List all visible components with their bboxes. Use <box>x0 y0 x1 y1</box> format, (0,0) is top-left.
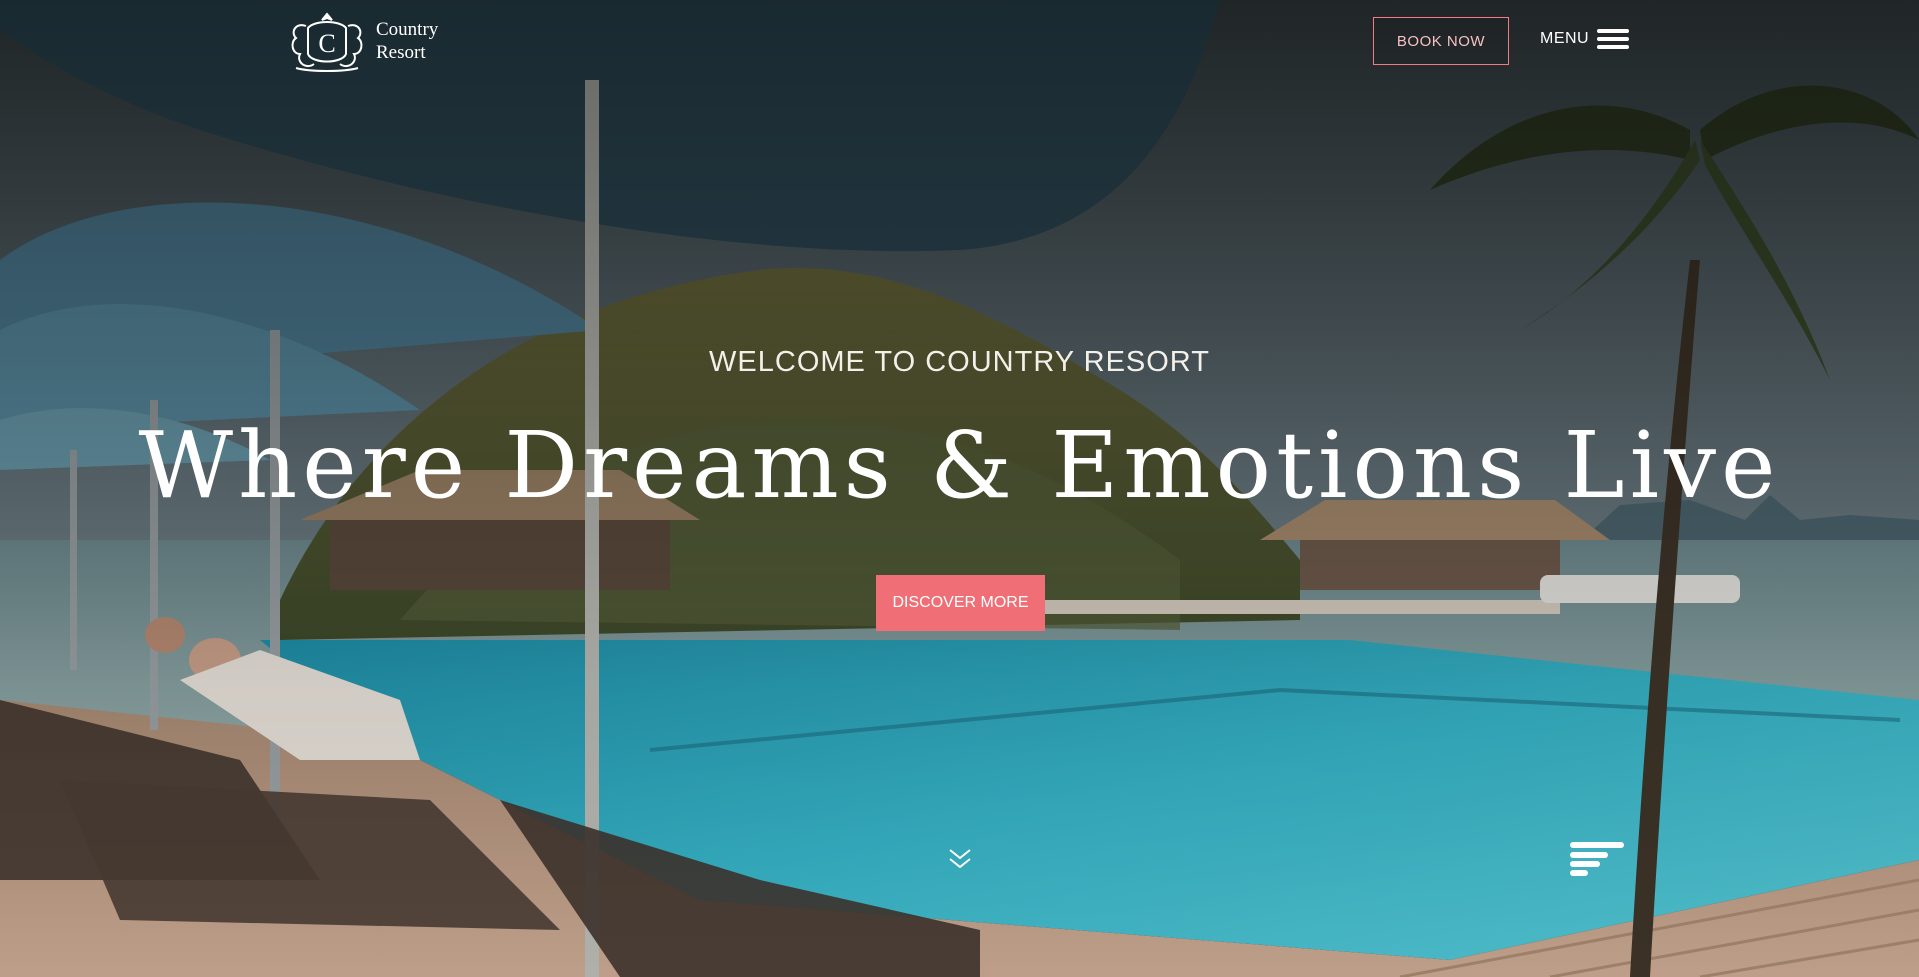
logo-wordmark: Country Resort <box>376 18 438 64</box>
crest-logo-icon: C <box>291 12 363 72</box>
menu-toggle[interactable]: MENU <box>1540 28 1630 50</box>
text-align-left-icon[interactable] <box>1570 842 1624 876</box>
logo-letter: C <box>318 29 335 58</box>
hamburger-icon <box>1597 29 1630 49</box>
hero-title: Where Dreams & Emotions Live <box>138 412 1781 519</box>
logo-line-1: Country <box>376 19 439 40</box>
site-logo[interactable]: C Country Resort <box>286 8 438 74</box>
hero-section: C Country Resort BOOK NOW MENU WELCOME T… <box>0 0 1919 977</box>
menu-label: MENU <box>1540 30 1590 47</box>
double-chevron-down-icon[interactable] <box>946 846 974 872</box>
logo-line-2: Resort <box>376 42 426 63</box>
discover-more-button[interactable]: DISCOVER MORE <box>876 575 1045 631</box>
book-now-button[interactable]: BOOK NOW <box>1373 17 1509 65</box>
hero-subtitle: WELCOME TO COUNTRY RESORT <box>709 346 1210 378</box>
